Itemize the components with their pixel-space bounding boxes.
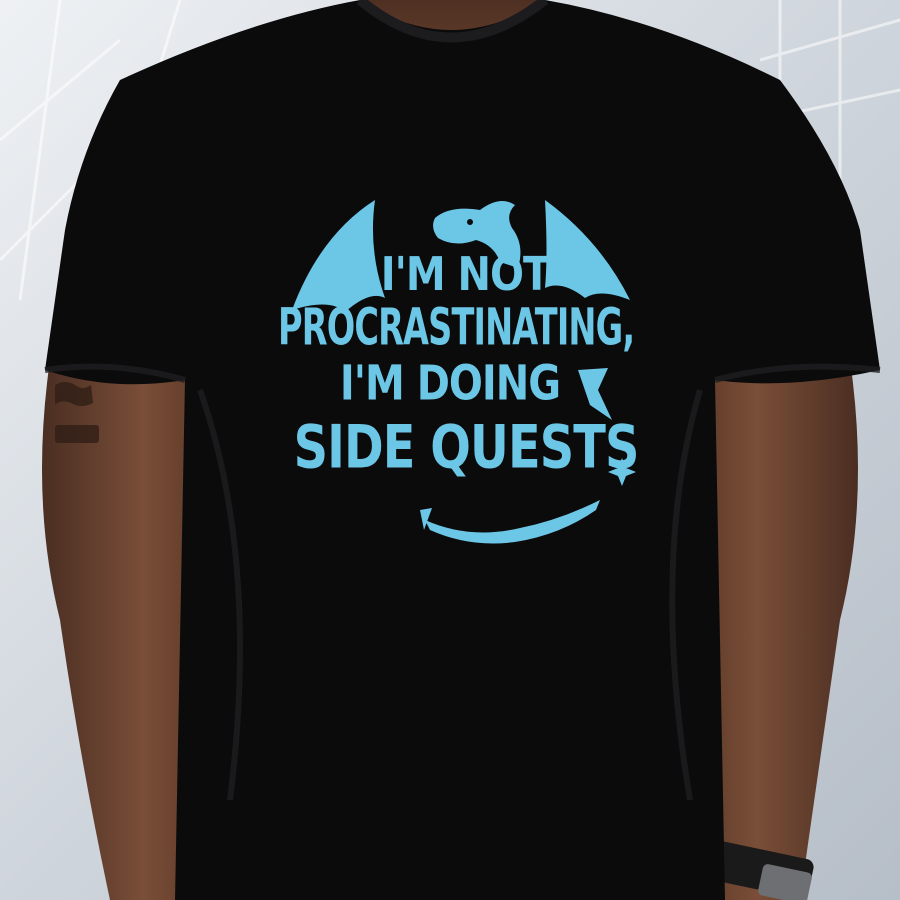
dragon-eye bbox=[467, 219, 473, 225]
print-line-3: I'M DOING bbox=[339, 356, 561, 412]
shirt-print-text: I'M NOT PROCRASTINATING, I'M DOING SIDE … bbox=[250, 248, 650, 478]
product-photo: I'M NOT PROCRASTINATING, I'M DOING SIDE … bbox=[0, 0, 900, 900]
print-line-4: SIDE QUESTS bbox=[293, 413, 640, 483]
print-line-2: PROCRASTINATING, bbox=[278, 299, 635, 358]
print-line-1: I'M NOT bbox=[380, 248, 551, 302]
